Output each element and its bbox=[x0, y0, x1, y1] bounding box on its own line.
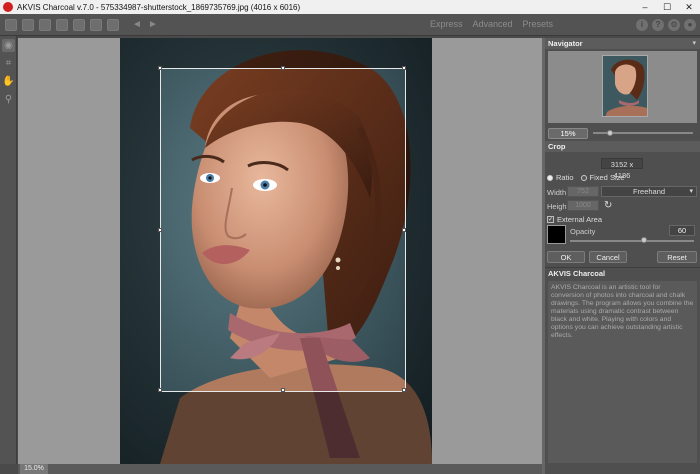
crop-handle-top[interactable] bbox=[281, 66, 285, 70]
help-icon[interactable]: ? bbox=[652, 19, 664, 31]
fixed-size-label: Fixed Size bbox=[589, 173, 625, 182]
portrait-photo bbox=[120, 38, 432, 464]
ratio-label: Ratio bbox=[556, 173, 574, 182]
crop-mode-radios: Ratio Fixed Size bbox=[547, 173, 625, 182]
external-area-color-swatch[interactable] bbox=[547, 225, 566, 244]
window-title: AKVIS Charcoal v.7.0 - 575334987-shutter… bbox=[17, 2, 301, 12]
opacity-value-field[interactable]: 60 bbox=[669, 225, 695, 236]
minimize-button[interactable]: – bbox=[634, 2, 656, 12]
notifications-icon[interactable]: ● bbox=[684, 19, 696, 31]
opacity-label: Opacity bbox=[570, 227, 596, 236]
zoom-dropdown[interactable]: 15% bbox=[548, 127, 588, 139]
description-title: AKVIS Charcoal bbox=[545, 267, 700, 279]
dropdown-arrow-icon: ▾ bbox=[689, 188, 693, 195]
crop-frame[interactable] bbox=[158, 66, 406, 392]
cancel-button[interactable]: Cancel bbox=[589, 251, 627, 263]
app-logo-icon bbox=[3, 2, 13, 12]
mode-presets[interactable]: Presets bbox=[523, 19, 554, 29]
navigator-zoom-row: 15% bbox=[545, 125, 700, 141]
width-label: Width bbox=[547, 188, 567, 197]
navigator-header[interactable]: Navigator ▾ bbox=[545, 38, 700, 49]
image-canvas[interactable] bbox=[18, 38, 542, 464]
ratio-radio[interactable] bbox=[547, 174, 553, 181]
external-area-row: ✓ External Area bbox=[547, 215, 602, 224]
height-label: Height bbox=[547, 202, 569, 211]
crop-dimensions: 3152 x 4186 bbox=[601, 158, 643, 180]
crop-mode-dropdown[interactable]: Freehand ▾ bbox=[601, 186, 697, 197]
zoom-tool-icon[interactable]: ⚲ bbox=[2, 93, 15, 106]
hand-tool-icon[interactable]: ✋ bbox=[2, 75, 15, 88]
mode-advanced[interactable]: Advanced bbox=[473, 19, 513, 29]
crop-handle-top-right[interactable] bbox=[402, 66, 406, 70]
crop-mode-value: Freehand bbox=[632, 187, 666, 196]
maximize-button[interactable]: ☐ bbox=[656, 2, 678, 13]
close-button[interactable]: ✕ bbox=[678, 2, 700, 13]
left-toolbar: ◉ ⌗ ✋ ⚲ bbox=[0, 36, 17, 464]
preferences-icon[interactable]: ⚙ bbox=[668, 19, 680, 31]
collapse-chevron-icon[interactable]: ▾ bbox=[692, 38, 696, 49]
crop-settings: 3152 x 4186 Ratio Fixed Size Width 752 H… bbox=[545, 152, 700, 267]
share-icon[interactable] bbox=[73, 18, 85, 31]
navigator-thumbnail-image bbox=[603, 56, 647, 116]
crop-handle-bottom-right[interactable] bbox=[402, 388, 406, 392]
crop-title: Crop bbox=[548, 142, 566, 151]
batch-icon[interactable] bbox=[39, 18, 51, 31]
navigator-view[interactable] bbox=[548, 51, 697, 123]
zoom-level-status: 15.0% bbox=[20, 464, 48, 474]
navigator-thumbnail[interactable] bbox=[602, 55, 648, 117]
navigator-title: Navigator bbox=[548, 39, 583, 48]
mode-express[interactable]: Express bbox=[430, 19, 463, 29]
crop-handle-right[interactable] bbox=[402, 228, 406, 232]
crop-header: Crop bbox=[545, 141, 700, 152]
opacity-slider-track[interactable] bbox=[570, 240, 694, 242]
opacity-slider-knob[interactable] bbox=[641, 237, 648, 243]
settings-panel: Navigator ▾ 15% Crop 3152 x 4186 Ratio F… bbox=[545, 38, 700, 474]
settings-icon[interactable] bbox=[90, 18, 102, 31]
title-bar: AKVIS Charcoal v.7.0 - 575334987-shutter… bbox=[0, 0, 700, 14]
ok-button[interactable]: OK bbox=[547, 251, 585, 263]
zoom-slider-knob[interactable] bbox=[607, 130, 613, 136]
mode-switch: Express Advanced Presets bbox=[430, 19, 553, 29]
crop-buttons: OK Cancel Reset bbox=[547, 251, 697, 263]
crop-tool-icon[interactable]: ⌗ bbox=[2, 57, 15, 70]
open-image-icon[interactable] bbox=[5, 18, 17, 31]
reset-button[interactable]: Reset bbox=[657, 251, 697, 263]
save-image-icon[interactable] bbox=[22, 18, 34, 31]
canvas-icon[interactable] bbox=[107, 18, 119, 31]
eye-tool-icon[interactable]: ◉ bbox=[2, 39, 15, 52]
main-toolbar: ◄ ► Express Advanced Presets i ? ⚙ ● bbox=[0, 14, 700, 36]
external-area-checkbox[interactable]: ✓ bbox=[547, 216, 554, 223]
undo-icon[interactable]: ◄ bbox=[131, 19, 143, 30]
redo-icon[interactable]: ► bbox=[147, 19, 159, 30]
external-area-label: External Area bbox=[557, 215, 603, 224]
rotate-icon[interactable]: ↻ bbox=[604, 200, 612, 211]
crop-handle-top-left[interactable] bbox=[158, 66, 162, 70]
info-icon[interactable]: i bbox=[636, 19, 648, 31]
print-icon[interactable] bbox=[56, 18, 68, 31]
description-text: AKVIS Charcoal is an artistic tool for c… bbox=[548, 281, 697, 463]
status-bar: 15.0% bbox=[18, 464, 542, 474]
crop-handle-bottom[interactable] bbox=[281, 388, 285, 392]
width-input[interactable]: 752 bbox=[567, 186, 599, 197]
height-input[interactable]: 1000 bbox=[567, 200, 599, 211]
crop-handle-left[interactable] bbox=[158, 228, 162, 232]
fixed-size-radio[interactable] bbox=[580, 174, 587, 181]
help-icons: i ? ⚙ ● bbox=[636, 19, 696, 31]
crop-handle-bottom-left[interactable] bbox=[158, 388, 162, 392]
